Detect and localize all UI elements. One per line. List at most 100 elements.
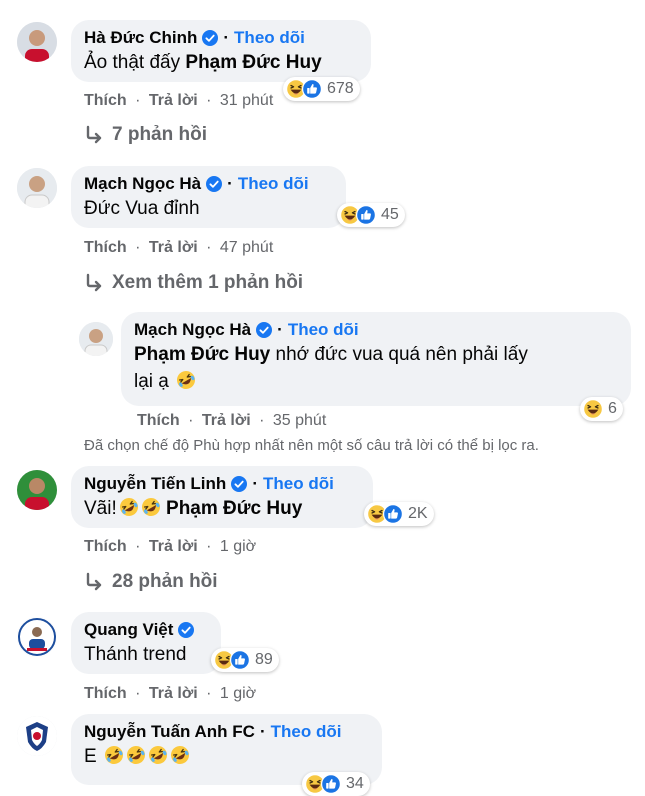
profile-photo-icon (17, 168, 57, 208)
comment-author[interactable]: Nguyễn Tuấn Anh FC (84, 721, 255, 743)
avatar[interactable] (17, 716, 57, 756)
like-reaction-icon (302, 79, 322, 99)
reaction-summary[interactable]: 6 (580, 397, 623, 421)
avatar[interactable] (17, 470, 57, 510)
separator-dot: · (227, 174, 233, 193)
rofl-emoji-icon (176, 370, 196, 390)
separator-dot: · (223, 28, 230, 47)
like-button[interactable]: Thích (84, 239, 127, 256)
profile-photo-icon (17, 470, 57, 510)
separator-dot: · (252, 474, 258, 493)
comment-author[interactable]: Quang Việt (84, 619, 173, 641)
rofl-emoji-icon (119, 497, 139, 517)
reaction-count: 34 (346, 775, 364, 792)
view-more-replies-link[interactable]: Xem thêm 1 phản hồi (84, 272, 303, 294)
like-reaction-icon (383, 504, 403, 524)
reaction-count: 6 (608, 400, 617, 417)
like-button[interactable]: Thích (84, 538, 127, 555)
comment-timestamp[interactable]: 35 phút (273, 412, 326, 429)
reply-arrow-icon (84, 273, 104, 293)
comment-timestamp[interactable]: 1 giờ (220, 538, 256, 555)
reaction-count: 2K (408, 505, 428, 522)
comment-bubble: Quang Việt Thánh trend (71, 612, 221, 674)
comment-actions: Thích · Trả lời · 1 giờ (84, 685, 257, 702)
mention-link[interactable]: Phạm Đức Huy (185, 52, 321, 73)
avatar[interactable] (17, 617, 57, 657)
rofl-emoji-icon (104, 745, 124, 765)
like-button[interactable]: Thích (137, 412, 180, 429)
reaction-summary[interactable]: 34 (302, 772, 370, 796)
like-button[interactable]: Thích (84, 685, 127, 702)
haha-reaction-icon (583, 399, 603, 419)
mention-link[interactable]: Phạm Đức Huy (134, 344, 270, 365)
reply-button[interactable]: Trả lời (149, 685, 198, 702)
follow-button[interactable]: Theo dõi (238, 173, 309, 195)
comment-text: Phạm Đức Huy nhớ đức vua quá nên phải lấ… (134, 344, 528, 365)
comment-actions: Thích · Trả lời · 35 phút (137, 412, 327, 429)
comment-author[interactable]: Hà Đức Chinh (84, 27, 197, 49)
rofl-emoji-icon (126, 745, 146, 765)
comment-actions: Thích · Trả lời · 31 phút (84, 92, 274, 109)
reaction-count: 45 (381, 206, 399, 223)
comment-timestamp[interactable]: 31 phút (220, 92, 273, 109)
verified-badge-icon (178, 622, 194, 638)
reaction-count: 678 (327, 80, 354, 97)
follow-button[interactable]: Theo dõi (263, 473, 334, 495)
comment-author[interactable]: Mạch Ngọc Hà (134, 319, 251, 341)
comment-text: Thánh trend (84, 644, 187, 665)
separator-dot: · (259, 722, 266, 741)
follow-button[interactable]: Theo dõi (271, 721, 342, 743)
like-button[interactable]: Thích (84, 92, 127, 109)
reply-button[interactable]: Trả lời (149, 92, 198, 109)
comment-author[interactable]: Nguyễn Tiến Linh (84, 473, 226, 495)
profile-photo-icon (79, 322, 113, 356)
comment-timestamp[interactable]: 1 giờ (220, 685, 256, 702)
comment-bubble: Mạch Ngọc Hà · Theo dõi Đức Vua đỉnh (71, 166, 346, 228)
rofl-emoji-icon (148, 745, 168, 765)
rofl-emoji-icon (170, 745, 190, 765)
view-replies-link[interactable]: 7 phản hồi (84, 124, 207, 146)
avatar[interactable] (79, 322, 113, 356)
rofl-emoji-icon (141, 497, 161, 517)
profile-photo-icon (17, 716, 57, 756)
comment-bubble: Hà Đức Chinh · Theo dõi Ảo thật đấy Phạm… (71, 20, 371, 82)
comment-timestamp[interactable]: 47 phút (220, 239, 273, 256)
like-reaction-icon (356, 205, 376, 225)
comment-text: Ảo thật đấy Phạm Đức Huy (84, 52, 322, 73)
comment-text: E (84, 743, 369, 770)
separator-dot: · (277, 320, 283, 339)
avatar[interactable] (17, 168, 57, 208)
profile-photo-icon (17, 22, 57, 62)
comment-bubble: Nguyễn Tiến Linh · Theo dõi Vãi! Phạm Đứ… (71, 466, 373, 528)
verified-badge-icon (231, 476, 247, 492)
filter-notice: Đã chọn chế độ Phù hợp nhất nên một số c… (84, 437, 539, 454)
comment-text: Vãi! Phạm Đức Huy (84, 495, 360, 522)
reply-arrow-icon (84, 572, 104, 592)
reaction-count: 89 (255, 651, 273, 668)
reply-button[interactable]: Trả lời (149, 239, 198, 256)
follow-button[interactable]: Theo dõi (288, 319, 359, 341)
reply-arrow-icon (84, 125, 104, 145)
like-reaction-icon (230, 650, 250, 670)
view-replies-link[interactable]: 28 phản hồi (84, 571, 218, 593)
verified-badge-icon (256, 322, 272, 338)
like-reaction-icon (321, 774, 341, 794)
reaction-summary[interactable]: 678 (283, 77, 360, 101)
avatar[interactable] (17, 22, 57, 62)
reaction-summary[interactable]: 89 (211, 648, 279, 672)
mention-link[interactable]: Phạm Đức Huy (166, 498, 302, 519)
comment-text-line-2: lại ạ (134, 368, 618, 395)
follow-button[interactable]: Theo dõi (234, 27, 305, 49)
comment-text: Đức Vua đỉnh (84, 198, 200, 219)
comment-actions: Thích · Trả lời · 47 phút (84, 239, 274, 256)
comment-author[interactable]: Mạch Ngọc Hà (84, 173, 201, 195)
comment-actions: Thích · Trả lời · 1 giờ (84, 538, 257, 555)
reaction-summary[interactable]: 45 (337, 203, 405, 227)
profile-photo-icon (17, 617, 57, 657)
verified-badge-icon (206, 176, 222, 192)
reply-bubble: Mạch Ngọc Hà · Theo dõi Phạm Đức Huy nhớ… (121, 312, 631, 406)
reaction-summary[interactable]: 2K (364, 502, 434, 526)
verified-badge-icon (202, 30, 218, 46)
reply-button[interactable]: Trả lời (202, 412, 251, 429)
reply-button[interactable]: Trả lời (149, 538, 198, 555)
